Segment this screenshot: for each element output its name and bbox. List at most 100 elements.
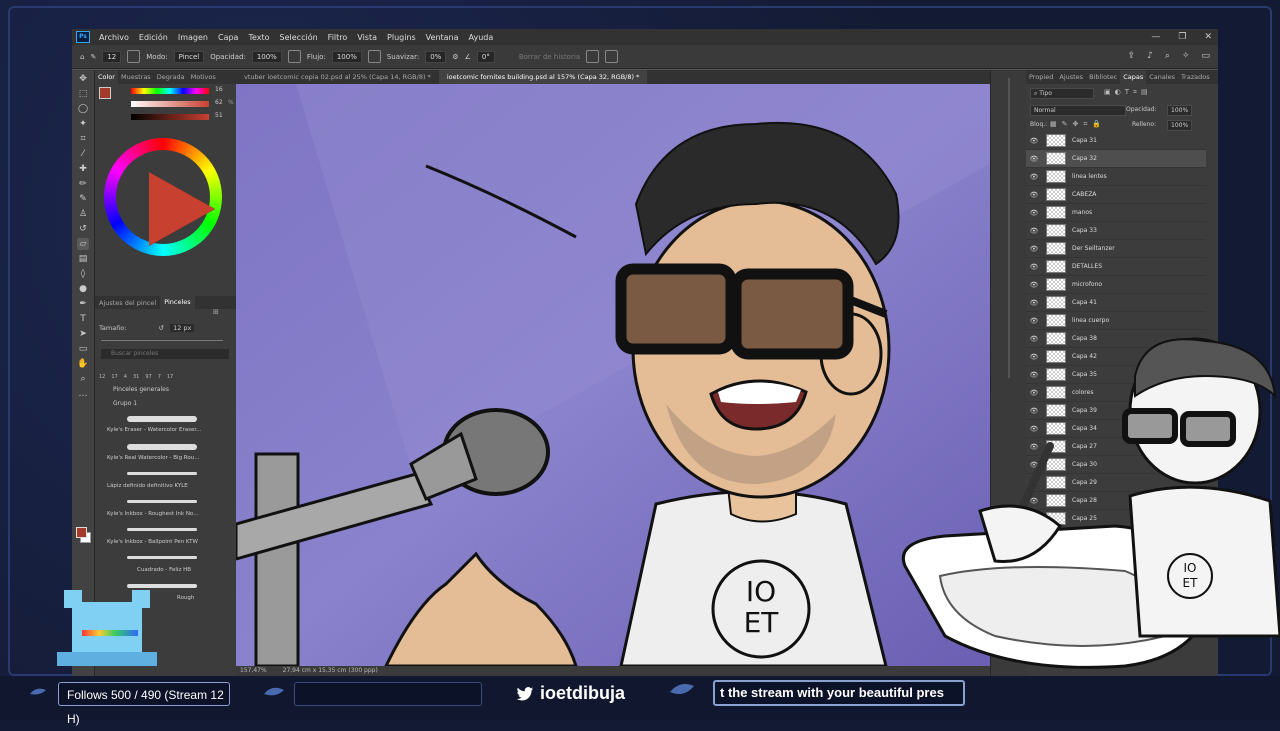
eraser-tool-icon[interactable]: ▱ [77,238,89,250]
tab-motivos[interactable]: Motivos [188,73,219,81]
menu-seleccion[interactable]: Selección [275,33,323,42]
tab-adjustments[interactable]: Ajustes [1056,73,1086,81]
visibility-eye-icon[interactable]: 👁 [1026,263,1042,271]
layer-row[interactable]: 👁 microfono [1026,276,1206,294]
visibility-eye-icon[interactable]: 👁 [1026,137,1042,145]
brush-tool-icon[interactable]: ✏ [77,178,89,190]
history-brush-tool-icon[interactable]: ↺ [77,223,89,235]
pencil-tool-icon[interactable]: ✎ [77,193,89,205]
tab-layers[interactable]: Capas [1120,70,1147,84]
visibility-eye-icon[interactable]: 👁 [1026,245,1042,253]
maximize-icon[interactable]: ❐ [1178,29,1186,45]
eraser-tool-icon[interactable]: ✎ [90,53,96,61]
tab-brushes[interactable]: Pinceles [160,296,195,309]
saturation-slider[interactable] [131,101,209,107]
tab-degradados[interactable]: Degrada [154,73,188,81]
mode-select[interactable]: Pincel [173,50,205,63]
layer-filter-select[interactable]: ⌕ Tipo [1030,88,1094,99]
visibility-eye-icon[interactable]: 👁 [1026,227,1042,235]
layer-row[interactable]: 👁 CABEZA [1026,186,1206,204]
gradient-tool-icon[interactable]: ▤ [77,253,89,265]
opacity-input[interactable]: 100% [1167,105,1193,116]
color-triangle[interactable] [149,172,215,246]
brush-search-input[interactable]: Buscar pinceles [101,349,229,359]
pen-tool-icon[interactable]: ✒ [77,298,89,310]
type-tool-icon[interactable]: T [77,313,89,325]
layer-row[interactable]: 👁 Capa 33 [1026,222,1206,240]
path-select-tool-icon[interactable]: ➤ [77,328,89,340]
brush-item[interactable]: Kyle's Inkbox - Roughest Ink No... [97,495,225,523]
visibility-eye-icon[interactable]: 👁 [1026,209,1042,217]
visibility-eye-icon[interactable]: 👁 [1026,299,1042,307]
tab-paths[interactable]: Trazados [1178,73,1213,81]
preset-brush[interactable]: 4 [124,374,127,380]
zoom-tool-icon[interactable]: ⌕ [77,373,89,385]
blend-mode-select[interactable]: Normal [1030,105,1126,116]
home-icon[interactable]: ⌂ [80,53,84,61]
preset-brush[interactable]: 31 [133,374,139,380]
healing-tool-icon[interactable]: ✚ [77,163,89,175]
size-slider[interactable] [101,340,223,341]
layer-row[interactable]: 👁 Der Seiltanzer [1026,240,1206,258]
preset-brush[interactable]: 12 [99,374,105,380]
smooth-input[interactable]: 0% [425,50,447,63]
dodge-tool-icon[interactable]: ● [77,283,89,295]
layer-row[interactable]: 👁 Capa 41 [1026,294,1206,312]
tab-channels[interactable]: Canales [1146,73,1178,81]
visibility-eye-icon[interactable]: 👁 [1026,317,1042,325]
gear-icon[interactable]: ⚙ [452,53,458,61]
eyedropper-tool-icon[interactable]: ⁄ [77,148,89,160]
layer-row[interactable]: 👁 linea lentes [1026,168,1206,186]
layer-row[interactable]: 👁 DETALLES [1026,258,1206,276]
menu-ayuda[interactable]: Ayuda [464,33,499,42]
artwork-canvas[interactable]: IO ET [234,84,990,668]
airbrush-icon[interactable] [367,50,381,63]
expand-icon[interactable]: ⊞ [213,308,219,316]
menu-vista[interactable]: Vista [352,33,382,42]
layer-row[interactable]: 👁 Capa 31 [1026,132,1206,150]
menu-texto[interactable]: Texto [243,33,274,42]
menu-ventana[interactable]: Ventana [421,33,464,42]
angle-input[interactable]: 0° [476,50,495,63]
shape-tool-icon[interactable]: ▭ [77,343,89,355]
pressure-opacity-icon[interactable] [287,50,301,63]
share-icon[interactable]: ⇪ [1128,51,1136,61]
tab-color[interactable]: Color [95,70,118,84]
tab-properties[interactable]: Propied [1026,73,1056,81]
layer-row[interactable]: 👁 Capa 32 [1026,150,1206,168]
filter-icons[interactable]: ▣◐T⌗▤ [1104,88,1152,97]
minimize-icon[interactable]: — [1151,29,1160,45]
size-input[interactable]: 12 px [170,324,195,332]
brush-item[interactable]: Cuadrado - Feliz HB [97,551,225,579]
menu-imagen[interactable]: Imagen [173,33,213,42]
menu-capa[interactable]: Capa [213,33,243,42]
brush-item[interactable]: Kyle's Inkbox - Ballpoint Pen KTW [97,523,225,551]
canvas-scrollbar[interactable] [1008,78,1010,378]
canvas-area[interactable]: IO ET [234,84,990,668]
reset-icon[interactable]: ↺ [159,324,164,332]
crop-tool-icon[interactable]: ⌗ [77,133,89,145]
brush-item[interactable]: Kyle's Real Watercolor - Big Rou... [97,439,225,467]
erase-history-checkbox[interactable]: Borrar de historia [519,53,580,61]
hue-slider[interactable] [131,88,209,94]
preset-brush[interactable]: 17 [111,374,117,380]
opacity-input[interactable]: 100% [251,50,282,63]
move-tool-icon[interactable]: ✥ [77,73,89,85]
brightness-value[interactable]: 51 [215,112,223,119]
pressure-size-icon[interactable] [586,50,600,63]
doc-tab[interactable]: vtuber ioetcomic copia 02.psd al 25% (Ca… [236,70,439,84]
current-color-swatch[interactable] [99,87,111,99]
saturation-value[interactable]: 62 [215,99,223,106]
quick-select-tool-icon[interactable]: ✦ [77,118,89,130]
hand-tool-icon[interactable]: ✋ [77,358,89,370]
visibility-eye-icon[interactable]: 👁 [1026,173,1042,181]
brush-size-picker[interactable]: 12 [102,50,122,63]
visibility-eye-icon[interactable]: 👁 [1026,191,1042,199]
lasso-tool-icon[interactable]: ◯ [77,103,89,115]
preset-brush[interactable]: 97 [145,374,151,380]
doc-tab-active[interactable]: ioetcomic fornites building.psd al 157% … [438,70,648,84]
tab-brush-settings[interactable]: Ajustes del pincel [95,299,160,307]
menu-filtro[interactable]: Filtro [323,33,353,42]
search-icon[interactable]: ⌕ [1165,51,1170,61]
preset-brush[interactable]: 7 [158,374,161,380]
